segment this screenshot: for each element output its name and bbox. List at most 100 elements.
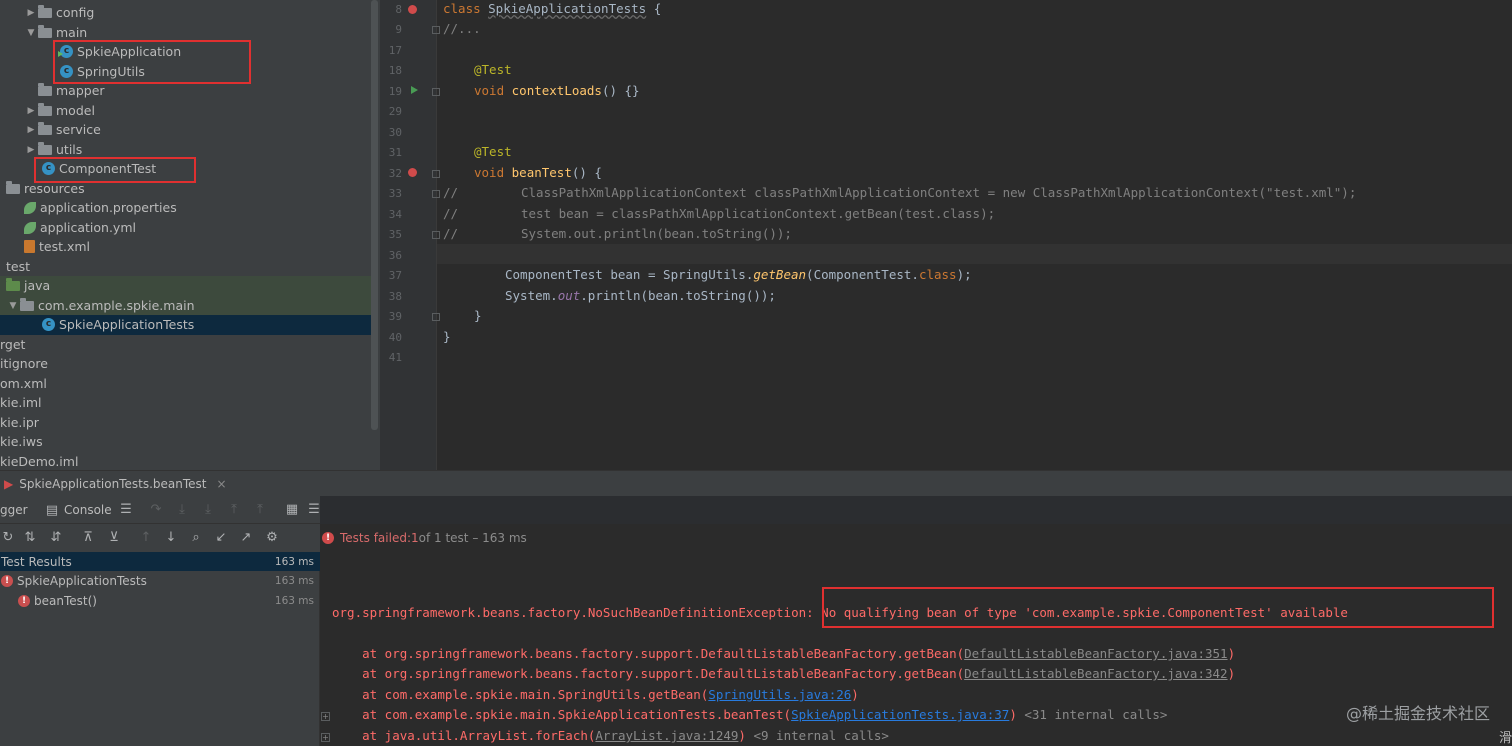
tree-item-test-xml[interactable]: test.xml: [0, 237, 372, 257]
tree-item-spkie-demo-iml[interactable]: kieDemo.iml: [0, 452, 372, 470]
tree-item-spkie-ipr[interactable]: kie.ipr: [0, 413, 372, 433]
collapse-all-icon[interactable]: ⊻: [106, 530, 122, 546]
error-gutter-icon[interactable]: [408, 5, 417, 14]
highlight-box-main-classes: [53, 40, 251, 84]
code-line-40: }: [443, 329, 451, 344]
package-icon: [20, 297, 34, 311]
sort-alpha-icon[interactable]: ⇅: [22, 530, 38, 546]
line-number: 19: [388, 85, 402, 98]
test-results-tree: Test Results 163 ms ! SpkieApplicationTe…: [0, 552, 320, 746]
test-class-row[interactable]: ! SpkieApplicationTests 163 ms: [0, 571, 320, 590]
line-number: 35: [388, 228, 402, 241]
expand-icon[interactable]: +: [321, 712, 330, 721]
evaluate-icon[interactable]: ▦: [284, 502, 300, 518]
tree-item-pom-xml[interactable]: om.xml: [0, 374, 372, 394]
menu-icon[interactable]: ☰: [118, 502, 134, 518]
trace-icon[interactable]: ☰: [306, 502, 322, 518]
tree-item-config[interactable]: ▶ config: [0, 3, 372, 23]
fold-icon[interactable]: [432, 170, 440, 178]
source-link[interactable]: ArrayList.java:1249: [595, 728, 738, 743]
test-source-folder-icon: [6, 277, 20, 291]
next-icon[interactable]: ↓: [163, 530, 179, 546]
export-icon[interactable]: ↗: [238, 530, 254, 546]
folder-icon: [38, 141, 52, 155]
line-number: 40: [388, 331, 402, 344]
tab-console[interactable]: Console: [64, 503, 112, 517]
tree-item-spkie-iws[interactable]: kie.iws: [0, 432, 372, 452]
chevron-right-icon[interactable]: ▶: [24, 125, 38, 135]
spring-config-icon: [24, 201, 36, 214]
highlight-box-exception: [822, 587, 1494, 628]
gear-icon[interactable]: ⚙: [264, 530, 280, 546]
tree-item-java[interactable]: java: [0, 276, 372, 296]
import-icon[interactable]: ↙: [213, 530, 229, 546]
expand-all-icon[interactable]: ⊼: [80, 530, 96, 546]
fold-icon[interactable]: [432, 88, 440, 96]
code-line-18: @Test: [474, 62, 512, 77]
search-icon[interactable]: ⌕: [188, 530, 204, 546]
tree-item-gitignore[interactable]: itignore: [0, 354, 372, 374]
sort-duration-icon[interactable]: ⇵: [48, 530, 64, 546]
line-number: 38: [388, 290, 402, 303]
source-link[interactable]: SpringUtils.java:26: [708, 687, 851, 702]
chevron-down-icon[interactable]: ▼: [6, 301, 20, 311]
fold-icon[interactable]: [432, 26, 440, 34]
code-line-19: void contextLoads() {}: [474, 83, 640, 98]
xml-file-icon: [24, 240, 35, 254]
tree-item-spkie-iml[interactable]: kie.iml: [0, 393, 372, 413]
fold-icon[interactable]: [432, 313, 440, 321]
line-number: 31: [388, 146, 402, 159]
step-out-icon[interactable]: ⤒: [226, 502, 242, 518]
tree-item-service[interactable]: ▶ service: [0, 120, 372, 140]
test-results-root[interactable]: Test Results 163 ms: [0, 552, 320, 571]
fold-icon[interactable]: [432, 190, 440, 198]
chevron-right-icon[interactable]: ▶: [24, 145, 38, 155]
console-icon: ▤: [45, 503, 59, 518]
error-gutter-icon[interactable]: [408, 168, 417, 177]
stack-frame: at com.example.spkie.main.SpkieApplicati…: [332, 707, 1168, 722]
console-output[interactable]: org.springframework.beans.factory.NoSuch…: [320, 552, 1512, 746]
source-link[interactable]: DefaultListableBeanFactory.java:351: [964, 646, 1227, 661]
tree-scrollbar[interactable]: [371, 0, 378, 430]
source-link[interactable]: DefaultListableBeanFactory.java:342: [964, 666, 1227, 681]
line-number: 18: [388, 64, 402, 77]
tree-item-test[interactable]: test: [0, 257, 372, 277]
failed-test-icon: !: [18, 594, 30, 607]
force-step-into-icon[interactable]: ⤓: [200, 502, 216, 518]
chevron-down-icon[interactable]: ▼: [24, 28, 38, 38]
expand-icon[interactable]: +: [321, 733, 330, 742]
internal-calls[interactable]: <9 internal calls>: [746, 728, 888, 743]
fold-icon[interactable]: [432, 231, 440, 239]
drop-frame-icon[interactable]: ⤒: [252, 502, 268, 518]
internal-calls[interactable]: <31 internal calls>: [1017, 707, 1167, 722]
tree-item-application-yml[interactable]: application.yml: [0, 218, 372, 238]
run-tab-bean-test[interactable]: ▶ SpkieApplicationTests.beanTest ×: [0, 471, 235, 497]
failed-test-icon: !: [1, 574, 13, 587]
step-into-icon[interactable]: ⤓: [174, 502, 190, 518]
line-number: 29: [388, 105, 402, 118]
line-number: 30: [388, 126, 402, 139]
tree-item-package-main[interactable]: ▼ com.example.spkie.main: [0, 296, 372, 316]
line-number: 37: [388, 269, 402, 282]
step-over-icon[interactable]: ↷: [148, 502, 164, 518]
test-method-row[interactable]: ! beanTest() 163 ms: [0, 591, 320, 610]
source-link[interactable]: SpkieApplicationTests.java:37: [791, 707, 1009, 722]
tree-item-model[interactable]: ▶ model: [0, 101, 372, 121]
tree-item-application-properties[interactable]: application.properties: [0, 198, 372, 218]
tree-item-spkie-application-tests[interactable]: c SpkieApplicationTests: [0, 315, 372, 335]
close-icon[interactable]: ×: [216, 477, 226, 491]
tab-debugger[interactable]: gger: [0, 503, 28, 517]
code-line-38: System.out.println(bean.toString());: [505, 288, 776, 303]
folder-icon: [38, 121, 52, 135]
folder-icon: [38, 4, 52, 18]
previous-icon[interactable]: ↑: [138, 530, 154, 546]
chevron-right-icon[interactable]: ▶: [24, 106, 38, 116]
chevron-right-icon[interactable]: ▶: [24, 8, 38, 18]
stack-frame: at org.springframework.beans.factory.sup…: [332, 646, 1236, 661]
stack-frame: at com.example.spkie.main.SpringUtils.ge…: [332, 687, 859, 702]
tree-item-target[interactable]: rget: [0, 335, 372, 355]
rerun-icon[interactable]: ↻: [0, 530, 16, 546]
run-test-gutter-icon[interactable]: [411, 86, 418, 94]
code-editor[interactable]: 8 9 17 18 19 29 30 31 32 33 34 35 36 37 …: [380, 0, 1512, 470]
editor-gutter: 8 9 17 18 19 29 30 31 32 33 34 35 36 37 …: [380, 0, 440, 470]
